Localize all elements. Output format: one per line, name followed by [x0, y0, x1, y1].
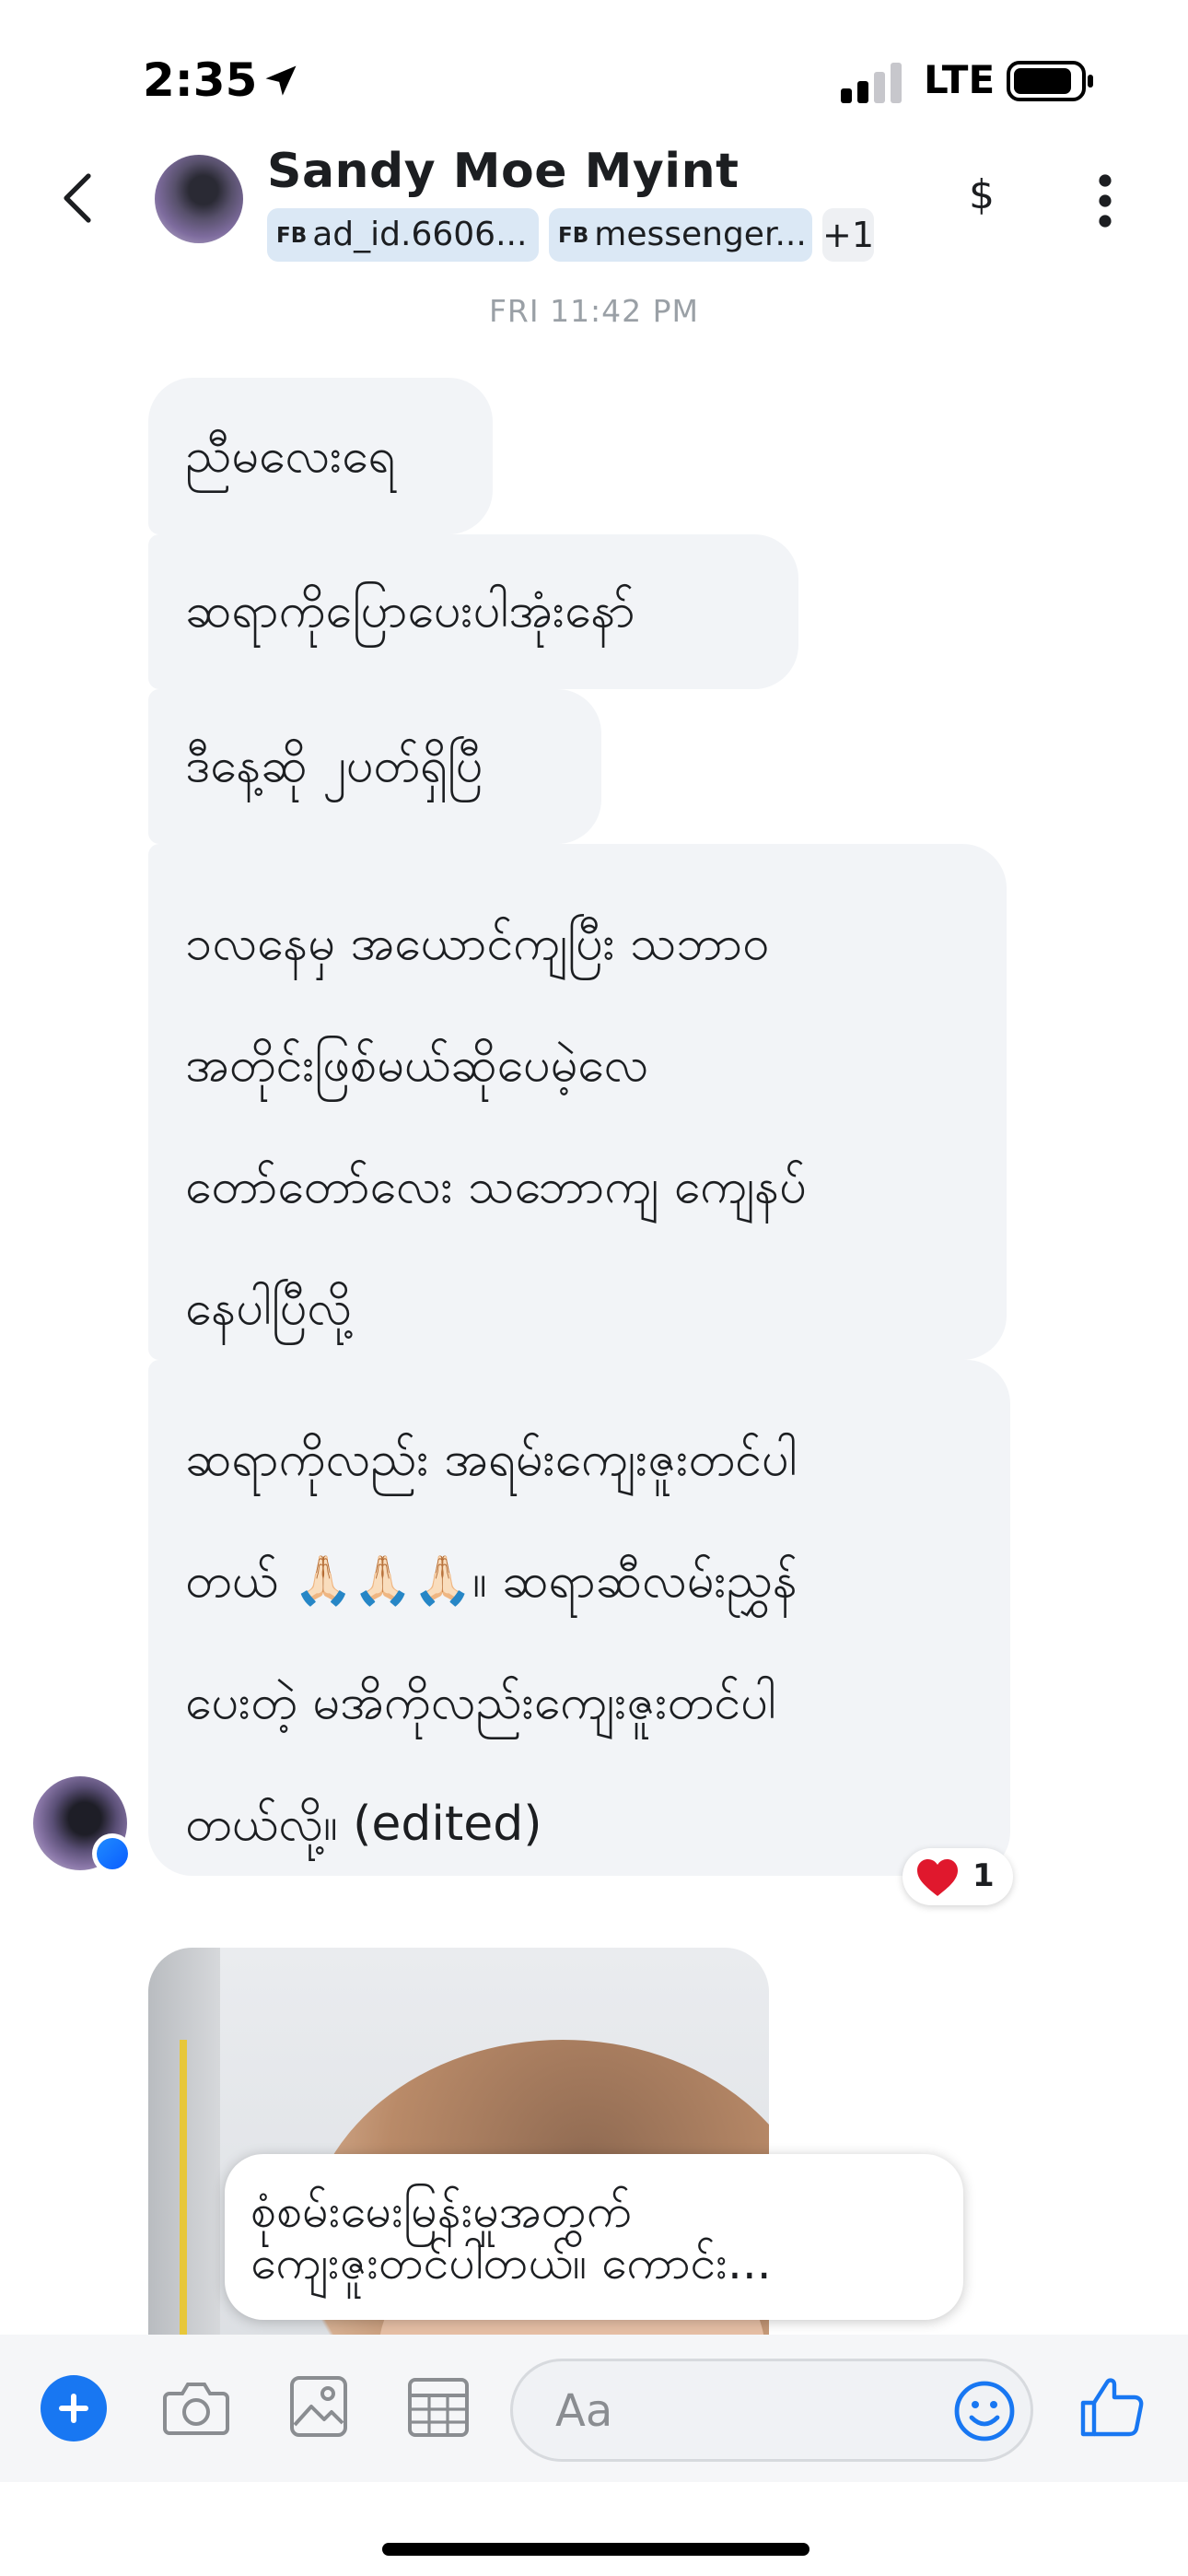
battery-icon	[1007, 61, 1093, 101]
message-timestamp: FRI 11:42 PM	[488, 293, 700, 329]
photo-detail	[180, 2040, 187, 2335]
more-options-icon[interactable]	[1096, 173, 1114, 228]
messenger-badge-icon	[92, 1833, 133, 1874]
message-bubble[interactable]: ဒီနေ့ဆို ၂ပတ်ရှိပြီ	[148, 689, 601, 844]
caption-text: ကျေးဇူးတင်ပါတယ်။ ကောင်း...	[250, 2236, 772, 2289]
tag-label: ad_id.6606...	[312, 216, 528, 253]
thumbs-up-icon[interactable]	[1079, 2373, 1146, 2440]
message-bubble[interactable]: ညီမလေးရေ	[148, 378, 493, 534]
message-text: ဒီနေ့ဆို ၂ပတ်ရှိပြီ	[185, 738, 483, 793]
table-icon[interactable]	[407, 2377, 470, 2438]
message-text: နေပါပြီလို့	[185, 1281, 352, 1336]
emoji-icon[interactable]	[954, 2381, 1015, 2441]
message-text: ၁လနေမှ အယောင်ကျပြီး သဘာဝ	[185, 916, 770, 971]
message-bubble[interactable]: ဆရာကိုပြောပေးပါအုံးနော်	[148, 534, 798, 689]
network-type: LTE	[924, 57, 996, 102]
photo-caption-card[interactable]: စုံစမ်းမေးမြန်းမှုအတွက် ကျေးဇူးတင်ပါတယ်။…	[225, 2154, 963, 2320]
add-attachment-button[interactable]	[41, 2375, 107, 2441]
home-indicator[interactable]	[382, 2543, 809, 2556]
message-bubble[interactable]: ၁လနေမှ အယောင်ကျပြီး သဘာဝ အတိုင်းဖြစ်မယ်ဆ…	[148, 844, 1007, 1360]
heart-icon	[917, 1859, 958, 1896]
message-text: ပေးတဲ့ မအိကိုလည်းကျေးဇူးတင်ပါ	[185, 1675, 776, 1730]
tag-label: messenger...	[594, 216, 807, 253]
gallery-icon[interactable]	[289, 2375, 348, 2438]
message-text: အတိုင်းဖြစ်မယ်ဆိုပေမဲ့လေ	[185, 1037, 649, 1093]
more-tags-badge[interactable]: +1	[822, 208, 874, 262]
message-text: တယ်လို့။ (edited)	[185, 1797, 542, 1852]
message-text: တယ် 🙏🏻🙏🏻🙏🏻။ ဆရာဆီလမ်းညွှန်	[185, 1553, 798, 1609]
back-chevron-icon[interactable]	[55, 170, 101, 226]
message-text: ညီမလေးရေ	[185, 428, 396, 484]
contact-avatar[interactable]	[155, 155, 243, 243]
message-bubble[interactable]: ဆရာကိုလည်း အရမ်းကျေးဇူးတင်ပါ တယ် 🙏🏻🙏🏻🙏🏻။…	[148, 1360, 1010, 1876]
contact-name[interactable]: Sandy Moe Myint	[267, 144, 739, 199]
location-arrow-icon	[265, 65, 297, 96]
caption-text: စုံစမ်းမေးမြန်းမှုအတွက်	[250, 2184, 632, 2238]
tag-chip-messenger[interactable]: FB messenger...	[549, 208, 812, 262]
tag-source-label: FB	[276, 224, 308, 248]
tag-source-label: FB	[558, 224, 589, 248]
reaction-pill[interactable]: 1	[903, 1848, 1013, 1905]
signal-strength-icon	[841, 63, 902, 103]
camera-icon[interactable]	[162, 2379, 230, 2438]
message-text: ဆရာကိုပြောပေးပါအုံးနော်	[185, 583, 635, 638]
tag-chip-ad-id[interactable]: FB ad_id.6606...	[267, 208, 539, 262]
message-text: ဆရာကိုလည်း အရမ်းကျေးဇူးတင်ပါ	[185, 1432, 798, 1487]
status-time: 2:35	[143, 53, 258, 107]
message-input[interactable]	[553, 2383, 944, 2439]
payment-button[interactable]: $	[969, 171, 995, 218]
message-text: တော်တော်လေး သဘောကျ ကျေနပ်	[185, 1159, 807, 1214]
reaction-count: 1	[973, 1857, 995, 1894]
